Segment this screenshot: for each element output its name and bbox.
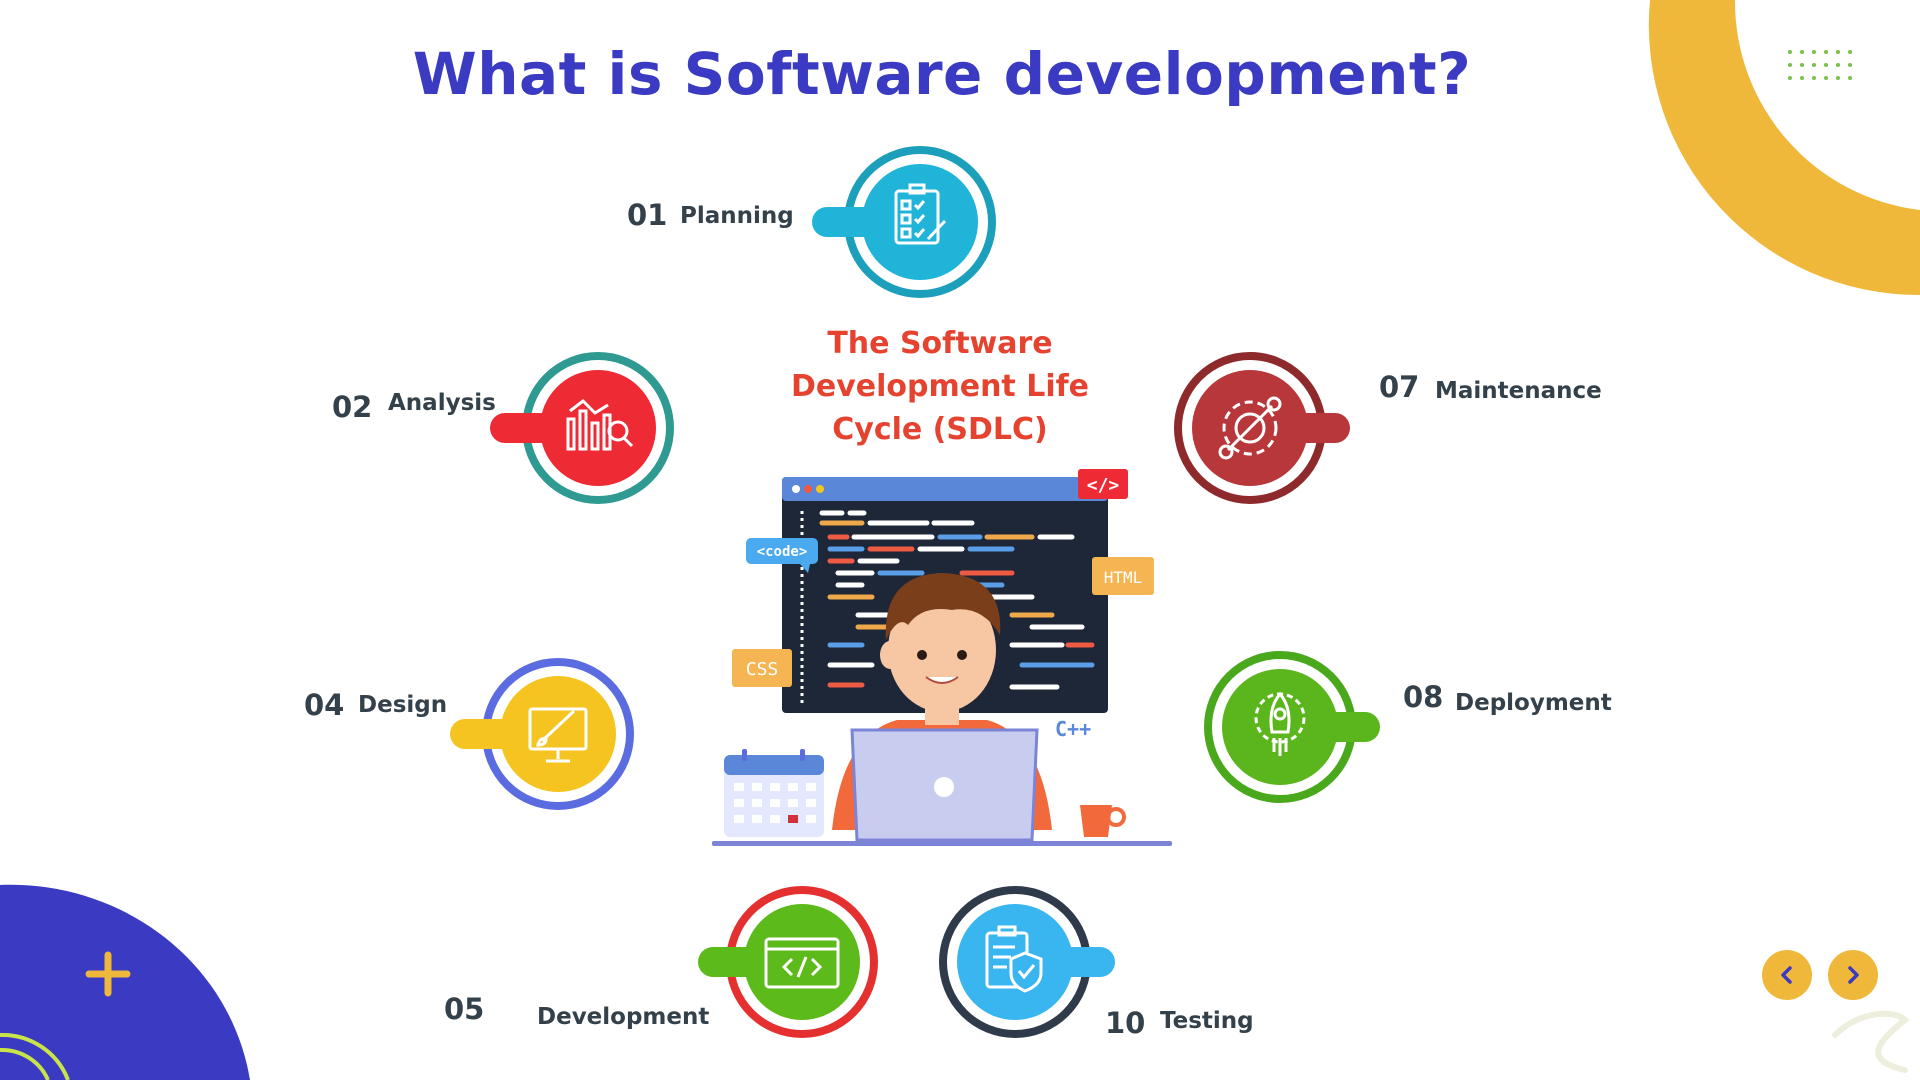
developer-illustration: </> <code> HTML CSS C++ (712, 469, 1172, 846)
stage-badge-design (450, 658, 634, 810)
stage-label-analysis: Analysis (388, 390, 496, 416)
svg-text:HTML: HTML (1104, 568, 1143, 587)
chevron-right-icon (1848, 966, 1859, 984)
calendar-illustration (724, 749, 824, 837)
stage-label-planning: Planning (680, 203, 794, 229)
stage-label-maintenance: Maintenance (1435, 378, 1602, 404)
blue-corner-decoration (0, 884, 250, 1080)
stage-label-deployment: Deployment (1455, 690, 1612, 716)
stage-badge-development (698, 886, 878, 1038)
cpp-tag: C++ (1055, 717, 1091, 741)
slide: What is Software development? The Softwa… (0, 0, 1920, 1080)
sdlc-center-title: The Software Development Life Cycle (SDL… (790, 326, 1090, 447)
desk (712, 841, 1172, 846)
stage-number-deployment: 08 (1403, 680, 1444, 714)
page-title: What is Software development? (412, 40, 1472, 108)
stage-number-analysis: 02 (332, 390, 373, 424)
css-tag: CSS (732, 649, 792, 687)
stage-number-planning: 01 (627, 198, 668, 232)
stage-number-development: 05 (444, 992, 485, 1026)
svg-text:CSS: CSS (746, 659, 779, 680)
next-slide-button[interactable] (1828, 950, 1878, 1000)
stage-badge-deployment (1204, 651, 1380, 803)
stage-number-design: 04 (304, 688, 345, 722)
html-tag: HTML (1092, 557, 1154, 595)
mug-illustration (1080, 805, 1126, 837)
stage-badge-planning (812, 146, 996, 298)
stage-label-design: Design (358, 692, 448, 718)
squiggle-decoration (1832, 1010, 1910, 1073)
stage-badge-testing (939, 886, 1115, 1038)
prev-slide-button[interactable] (1762, 950, 1812, 1000)
stage-label-testing: Testing (1160, 1008, 1254, 1034)
chevron-left-icon (1781, 966, 1792, 984)
stage-label-development: Development (537, 1004, 710, 1030)
stage-number-maintenance: 07 (1379, 370, 1420, 404)
svg-text:</>: </> (1087, 475, 1120, 496)
brackets-tag: </> (1078, 469, 1128, 499)
stage-badge-maintenance (1174, 352, 1350, 504)
stage-badge-analysis (490, 352, 674, 504)
svg-text:<code>: <code> (757, 544, 808, 560)
